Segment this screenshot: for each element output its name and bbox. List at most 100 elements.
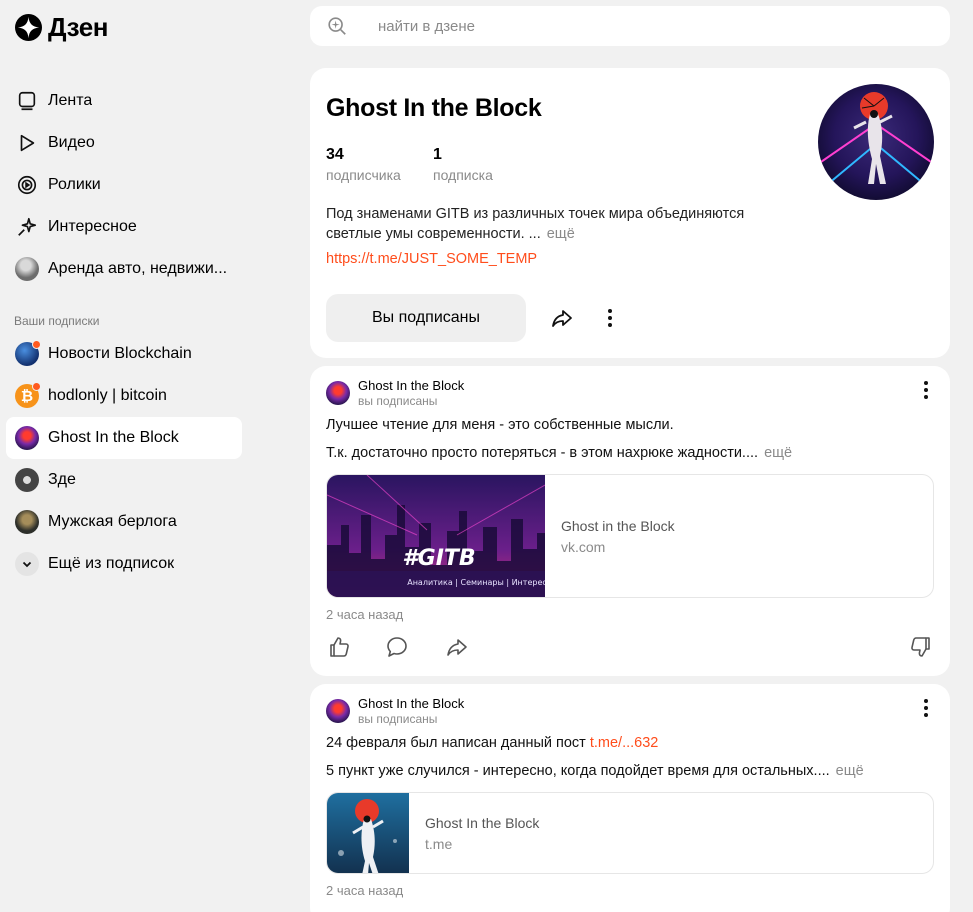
share-icon xyxy=(447,639,467,656)
channel-avatar xyxy=(14,509,40,535)
channel-avatar-large xyxy=(818,84,934,200)
feed-icon xyxy=(14,88,40,114)
play-icon xyxy=(14,130,40,156)
subscribers-count: 34 xyxy=(326,146,344,163)
comment-icon xyxy=(387,637,407,657)
nav-item-interesting[interactable]: Интересное xyxy=(6,206,242,248)
main-nav: Лента Видео Ролики Интересное Аренда авт… xyxy=(6,80,242,290)
kebab-icon xyxy=(924,699,928,717)
more-link[interactable]: ещё xyxy=(836,763,864,779)
author-avatar xyxy=(326,381,350,405)
channel-profile-card: Ghost In the Block 34 подписчика 1 подпи… xyxy=(310,68,950,358)
post-text-line: 24 февраля был написан данный пост t.me/… xyxy=(326,735,658,751)
description-line: Под знаменами GITB из различных точек ми… xyxy=(326,206,745,222)
shorts-icon xyxy=(14,172,40,198)
thumbs-down-icon xyxy=(911,637,930,657)
zen-logo[interactable]: Дзен xyxy=(15,12,108,43)
nav-label: Зде xyxy=(48,471,76,488)
post-actions xyxy=(326,634,934,664)
description-line: светлые умы современности. ... xyxy=(326,226,541,242)
kebab-icon xyxy=(924,381,928,399)
post-card: Ghost In the Block вы подписаны Лучшее ч… xyxy=(310,366,950,676)
subscribers-stat[interactable]: 34 подписчика xyxy=(326,146,401,183)
post-text: Т.к. достаточно просто потеряться - в эт… xyxy=(326,445,759,461)
sidebar-item-ghost-in-the-block[interactable]: Ghost In the Block xyxy=(6,417,242,459)
share-button[interactable] xyxy=(548,304,576,332)
thumbs-up-icon xyxy=(330,637,349,657)
channel-avatar xyxy=(14,340,41,367)
more-options-button[interactable] xyxy=(600,304,620,332)
logo-text: Дзен xyxy=(48,12,108,42)
subscription-status: вы подписаны xyxy=(358,394,438,408)
channel-title: Ghost In the Block xyxy=(326,94,542,122)
post-text: 24 февраля был написан данный пост xyxy=(326,735,590,751)
nav-item-feed[interactable]: Лента xyxy=(6,80,242,122)
search-bar[interactable] xyxy=(310,6,950,46)
nav-label: Ещё из подписок xyxy=(48,555,175,572)
sidebar-item-hodlonly[interactable]: ₿ hodlonly | bitcoin xyxy=(6,375,242,417)
more-link[interactable]: ещё xyxy=(547,226,575,242)
like-button[interactable] xyxy=(326,634,352,660)
post-header[interactable]: Ghost In the Block вы подписаны xyxy=(326,696,464,726)
link-preview-image: #GITB Аналитика | Семинары | Интерес xyxy=(327,475,547,597)
chevron-down-icon xyxy=(14,551,40,577)
nav-item-video[interactable]: Видео xyxy=(6,122,242,164)
post-card: Ghost In the Block вы подписаны 24 февра… xyxy=(310,684,950,912)
subscriptions-stat[interactable]: 1 подписка xyxy=(433,146,493,183)
dislike-button[interactable] xyxy=(908,634,934,660)
sparkle-icon xyxy=(14,214,40,240)
post-text: 5 пункт уже случился - интересно, когда … xyxy=(326,763,830,779)
channel-link[interactable]: https://t.me/JUST_SOME_TEMP xyxy=(326,251,537,267)
post-text-line: 5 пункт уже случился - интересно, когда … xyxy=(326,763,864,779)
subscriptions-label: подписка xyxy=(433,167,493,183)
nav-label: Новости Blockchain xyxy=(48,345,192,362)
link-title: Ghost in the Block xyxy=(561,517,675,534)
sidebar-item-blockchain-news[interactable]: Новости Blockchain xyxy=(6,333,242,375)
post-time: 2 часа назад xyxy=(326,883,404,898)
share-icon xyxy=(552,310,572,327)
comment-button[interactable] xyxy=(384,634,410,660)
link-domain: t.me xyxy=(425,835,453,852)
new-dot xyxy=(32,382,41,391)
author-name: Ghost In the Block xyxy=(358,378,465,393)
author-name: Ghost In the Block xyxy=(358,696,465,711)
post-text: Лучшее чтение для меня - это собственные… xyxy=(326,417,674,433)
link-domain: vk.com xyxy=(561,538,606,555)
nav-label: Видео xyxy=(48,134,95,151)
nav-item-arenda[interactable]: Аренда авто, недвижи... xyxy=(6,248,242,290)
post-header[interactable]: Ghost In the Block вы подписаны xyxy=(326,378,464,408)
subscriptions-list: Новости Blockchain ₿ hodlonly | bitcoin … xyxy=(6,333,242,585)
channel-avatar xyxy=(14,425,40,451)
post-text-line: Т.к. достаточно просто потеряться - в эт… xyxy=(326,445,792,461)
channel-avatar xyxy=(14,256,40,282)
nav-label: Ролики xyxy=(48,176,101,193)
nav-label: Аренда авто, недвижи... xyxy=(48,260,228,277)
subscriptions-title: Ваши подписки xyxy=(14,314,100,328)
more-subscriptions-button[interactable]: Ещё из подписок xyxy=(6,543,242,585)
banner-subtitle: Аналитика | Семинары | Интерес xyxy=(407,578,545,587)
link-preview[interactable]: #GITB Аналитика | Семинары | Интерес Gho… xyxy=(326,474,934,598)
subscriptions-count: 1 xyxy=(433,146,442,163)
zen-star-icon xyxy=(15,14,42,41)
search-input[interactable] xyxy=(378,17,878,35)
subscription-status: вы подписаны xyxy=(358,712,438,726)
channel-description: Под знаменами GITB из различных точек ми… xyxy=(326,204,786,244)
post-more-button[interactable] xyxy=(916,376,936,404)
sidebar-item-zde[interactable]: Зде xyxy=(6,459,242,501)
link-preview[interactable]: Ghost In the Block t.me xyxy=(326,792,934,874)
post-inline-link[interactable]: t.me/...632 xyxy=(590,735,659,751)
share-button[interactable] xyxy=(444,634,470,660)
search-icon xyxy=(328,17,346,35)
banner-title: #GITB xyxy=(402,546,475,571)
nav-label: Лента xyxy=(48,92,93,109)
nav-item-shorts[interactable]: Ролики xyxy=(6,164,242,206)
subscribed-button[interactable]: Вы подписаны xyxy=(326,294,526,342)
sidebar-item-muzhskaya-berloga[interactable]: Мужская берлога xyxy=(6,501,242,543)
nav-label: Ghost In the Block xyxy=(48,429,179,446)
subscribers-label: подписчика xyxy=(326,167,401,183)
nav-label: Мужская берлога xyxy=(48,513,177,530)
more-link[interactable]: ещё xyxy=(764,445,792,461)
bitcoin-icon: ₿ xyxy=(14,382,41,409)
link-title: Ghost In the Block xyxy=(425,814,540,831)
post-more-button[interactable] xyxy=(916,694,936,722)
